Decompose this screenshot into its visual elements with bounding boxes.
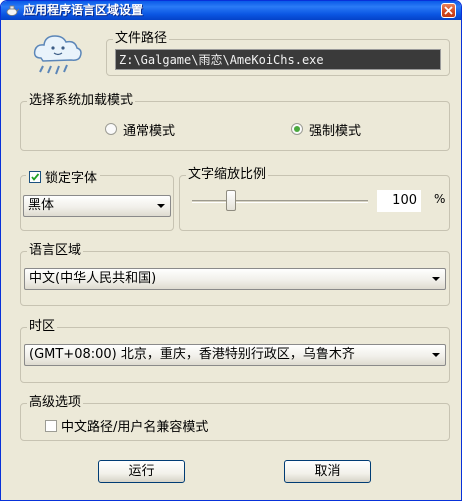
radio-normal-label: 通常模式	[123, 123, 176, 139]
text-scale-label: 文字缩放比例	[186, 167, 269, 183]
timezone-select-value: (GMT+08:00) 北京，重庆，香港特别行政区，乌鲁木齐	[29, 347, 355, 362]
timezone-select[interactable]: (GMT+08:00) 北京，重庆，香港特别行政区，乌鲁木齐	[24, 344, 446, 366]
title-bar[interactable]: 应用程序语言区域设置	[1, 1, 461, 20]
text-scale-value[interactable]: 100	[377, 190, 421, 212]
close-icon	[444, 6, 453, 15]
cloud-mascot-icon	[33, 35, 82, 75]
locale-settings-window: 应用程序语言区域设置 文件路径 Z:\Galgame\雨恋\AmeKoiChs.…	[0, 0, 462, 501]
run-button[interactable]: 运行	[98, 460, 185, 483]
locale-label: 语言区域	[27, 243, 84, 259]
compat-mode-row[interactable]: 中文路径/用户名兼容模式	[45, 416, 208, 435]
radio-normal-mode[interactable]: 通常模式	[105, 121, 176, 139]
font-select[interactable]: 黑体	[23, 195, 171, 217]
chevron-down-icon	[157, 204, 165, 208]
radio-force-label: 强制模式	[309, 123, 362, 139]
advanced-group: 高级选项 中文路径/用户名兼容模式	[20, 395, 450, 441]
load-mode-group: 选择系统加载模式 通常模式 强制模式	[20, 93, 450, 151]
compat-mode-label: 中文路径/用户名兼容模式	[61, 420, 209, 435]
font-lock-checkbox[interactable]	[29, 170, 41, 183]
file-path-field[interactable]: Z:\Galgame\雨恋\AmeKoiChs.exe	[115, 49, 441, 70]
timezone-label: 时区	[27, 319, 58, 335]
close-button[interactable]	[441, 3, 456, 18]
font-lock-label: 锁定字体	[45, 171, 98, 186]
advanced-label: 高级选项	[27, 395, 84, 411]
chevron-down-icon	[432, 277, 440, 281]
teapot-icon	[6, 5, 19, 16]
radio-normal-indicator[interactable]	[105, 123, 117, 135]
window-title: 应用程序语言区域设置	[23, 3, 144, 17]
locale-select[interactable]: 中文(中华人民共和国)	[24, 268, 446, 290]
cancel-button[interactable]: 取消	[284, 460, 371, 483]
chevron-down-icon	[432, 353, 440, 357]
text-scale-unit: %	[434, 192, 446, 206]
file-path-group: 文件路径 Z:\Galgame\雨恋\AmeKoiChs.exe	[106, 31, 450, 76]
font-lock-checkbox-row[interactable]: 锁定字体	[26, 167, 101, 186]
text-scale-slider-track[interactable]	[192, 200, 368, 203]
radio-force-indicator[interactable]	[291, 123, 303, 135]
timezone-group: 时区 (GMT+08:00) 北京，重庆，香港特别行政区，乌鲁木齐	[20, 319, 450, 383]
locale-group: 语言区域 中文(中华人民共和国)	[20, 243, 450, 306]
text-scale-slider-thumb[interactable]	[226, 190, 236, 211]
text-scale-group: 文字缩放比例 100 %	[179, 167, 450, 231]
load-mode-label: 选择系统加载模式	[27, 93, 136, 109]
radio-force-mode[interactable]: 强制模式	[291, 121, 362, 139]
font-lock-group: 锁定字体 黑体	[20, 167, 174, 231]
file-path-label: 文件路径	[113, 31, 170, 47]
compat-mode-checkbox[interactable]	[45, 419, 57, 432]
locale-select-value: 中文(中华人民共和国)	[29, 271, 157, 286]
check-icon	[31, 172, 40, 181]
font-select-value: 黑体	[28, 198, 55, 213]
